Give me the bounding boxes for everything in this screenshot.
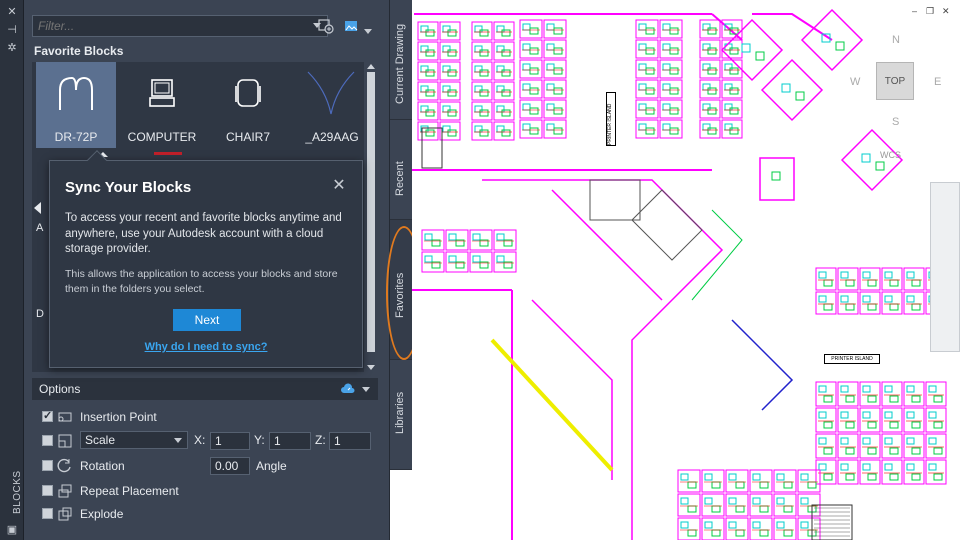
- block-tile-a29aag[interactable]: _A29AAG: [292, 62, 372, 148]
- minimize-icon[interactable]: –: [912, 6, 917, 16]
- gallery-scrollbar[interactable]: [364, 62, 378, 372]
- dialog-title: Sync Your Blocks: [65, 179, 192, 196]
- tab-current-drawing[interactable]: Current Drawing: [390, 0, 412, 120]
- close-icon[interactable]: ✕: [5, 6, 19, 18]
- dialog-message: To access your recent and favorite block…: [65, 212, 342, 255]
- insertion-point-icon: [58, 412, 72, 422]
- tab-libraries[interactable]: Libraries: [390, 360, 412, 470]
- x-scale-input[interactable]: 1: [210, 432, 250, 450]
- z-scale-input[interactable]: 1: [329, 432, 371, 450]
- printer-island-label: PRINTER ISLAND: [824, 354, 880, 364]
- viewcube-top[interactable]: TOP: [876, 62, 914, 100]
- highlight-mark: [154, 152, 182, 155]
- block-tile-chair7[interactable]: CHAIR7: [208, 62, 288, 148]
- pin-icon[interactable]: ⊣: [5, 24, 19, 36]
- chevron-down-icon[interactable]: [364, 22, 372, 34]
- compass-s: S: [892, 116, 900, 128]
- explode-checkbox[interactable]: [42, 508, 53, 519]
- scroll-down-icon[interactable]: [367, 365, 375, 370]
- sync-dialog: Sync Your Blocks ✕ To access your recent…: [49, 150, 363, 368]
- insertion-point-checkbox[interactable]: [42, 409, 53, 422]
- scale-checkbox[interactable]: [42, 435, 53, 446]
- computer-block-icon: [149, 79, 175, 107]
- close-icon[interactable]: ✕: [942, 6, 950, 17]
- palette-title: BLOCKS: [12, 470, 23, 514]
- options-title: Options: [39, 382, 81, 396]
- navigation-bar[interactable]: [930, 182, 960, 352]
- image-view-icon[interactable]: [342, 16, 362, 36]
- repeat-placement-icon: [58, 484, 72, 498]
- angle-label: Angle: [256, 459, 287, 473]
- rotation-icon: [57, 458, 71, 473]
- x-label: X:: [194, 433, 206, 447]
- y-label: Y:: [254, 433, 265, 447]
- peek-label: A: [36, 222, 44, 234]
- block-label: COMPUTER: [127, 130, 197, 144]
- option-label: Insertion Point: [80, 410, 157, 424]
- settings-icon[interactable]: ✲: [5, 42, 19, 54]
- explode-icon: [58, 507, 72, 521]
- compass-n: N: [892, 34, 900, 46]
- option-label: Explode: [80, 507, 124, 521]
- options-header[interactable]: Options: [32, 378, 378, 400]
- compass-w: W: [850, 76, 861, 88]
- repeat-placement-checkbox[interactable]: [42, 485, 53, 496]
- why-sync-link[interactable]: Why do I need to sync?: [50, 341, 362, 353]
- scroll-up-icon[interactable]: [367, 64, 375, 69]
- option-label: Rotation: [80, 459, 125, 473]
- door-block-icon: [59, 76, 93, 110]
- palette-strip: ✕ ⊣ ✲ BLOCKS ▣: [0, 0, 24, 540]
- chevron-left-icon[interactable]: [34, 202, 41, 214]
- blocks-palette-icon: ▣: [6, 524, 18, 536]
- scale-icon: [58, 434, 72, 448]
- chevron-down-icon[interactable]: [362, 387, 370, 392]
- rotation-checkbox[interactable]: [42, 460, 53, 471]
- scale-dropdown[interactable]: Scale: [80, 431, 188, 449]
- filter-box[interactable]: [32, 15, 328, 37]
- drawing-canvas[interactable]: – ❐ ✕ TOP N W S E WCS PRINTER ISLAND PRI…: [412, 0, 960, 540]
- rotation-input[interactable]: 0.00: [210, 457, 250, 475]
- next-button[interactable]: Next: [173, 309, 241, 331]
- option-label: Repeat Placement: [80, 484, 179, 498]
- wcs-label[interactable]: WCS: [880, 150, 901, 160]
- tab-recent[interactable]: Recent: [390, 120, 412, 220]
- block-label: _A29AAG: [305, 130, 359, 144]
- restore-icon[interactable]: ❐: [926, 6, 934, 17]
- block-tile-dr72p[interactable]: DR-72P: [36, 62, 116, 148]
- block-label: DR-72P: [54, 130, 98, 144]
- arc-block-icon: [307, 71, 355, 115]
- close-icon[interactable]: ✕: [332, 178, 346, 194]
- printer-island-label: PRINTER ISLAND: [606, 92, 616, 146]
- filter-input[interactable]: [33, 16, 303, 36]
- z-label: Z:: [315, 433, 326, 447]
- chair-block-icon: [235, 79, 261, 107]
- y-scale-input[interactable]: 1: [269, 432, 311, 450]
- block-label: CHAIR7: [225, 130, 270, 144]
- peek-label: D: [36, 308, 44, 320]
- sync-cloud-icon[interactable]: [340, 381, 356, 397]
- dialog-submessage: This allows the application to access yo…: [65, 268, 338, 295]
- section-title: Favorite Blocks: [34, 44, 124, 58]
- scroll-thumb[interactable]: [367, 72, 375, 352]
- block-tile-computer[interactable]: COMPUTER: [122, 62, 202, 148]
- compass-e: E: [934, 76, 942, 88]
- import-block-icon[interactable]: [316, 16, 336, 36]
